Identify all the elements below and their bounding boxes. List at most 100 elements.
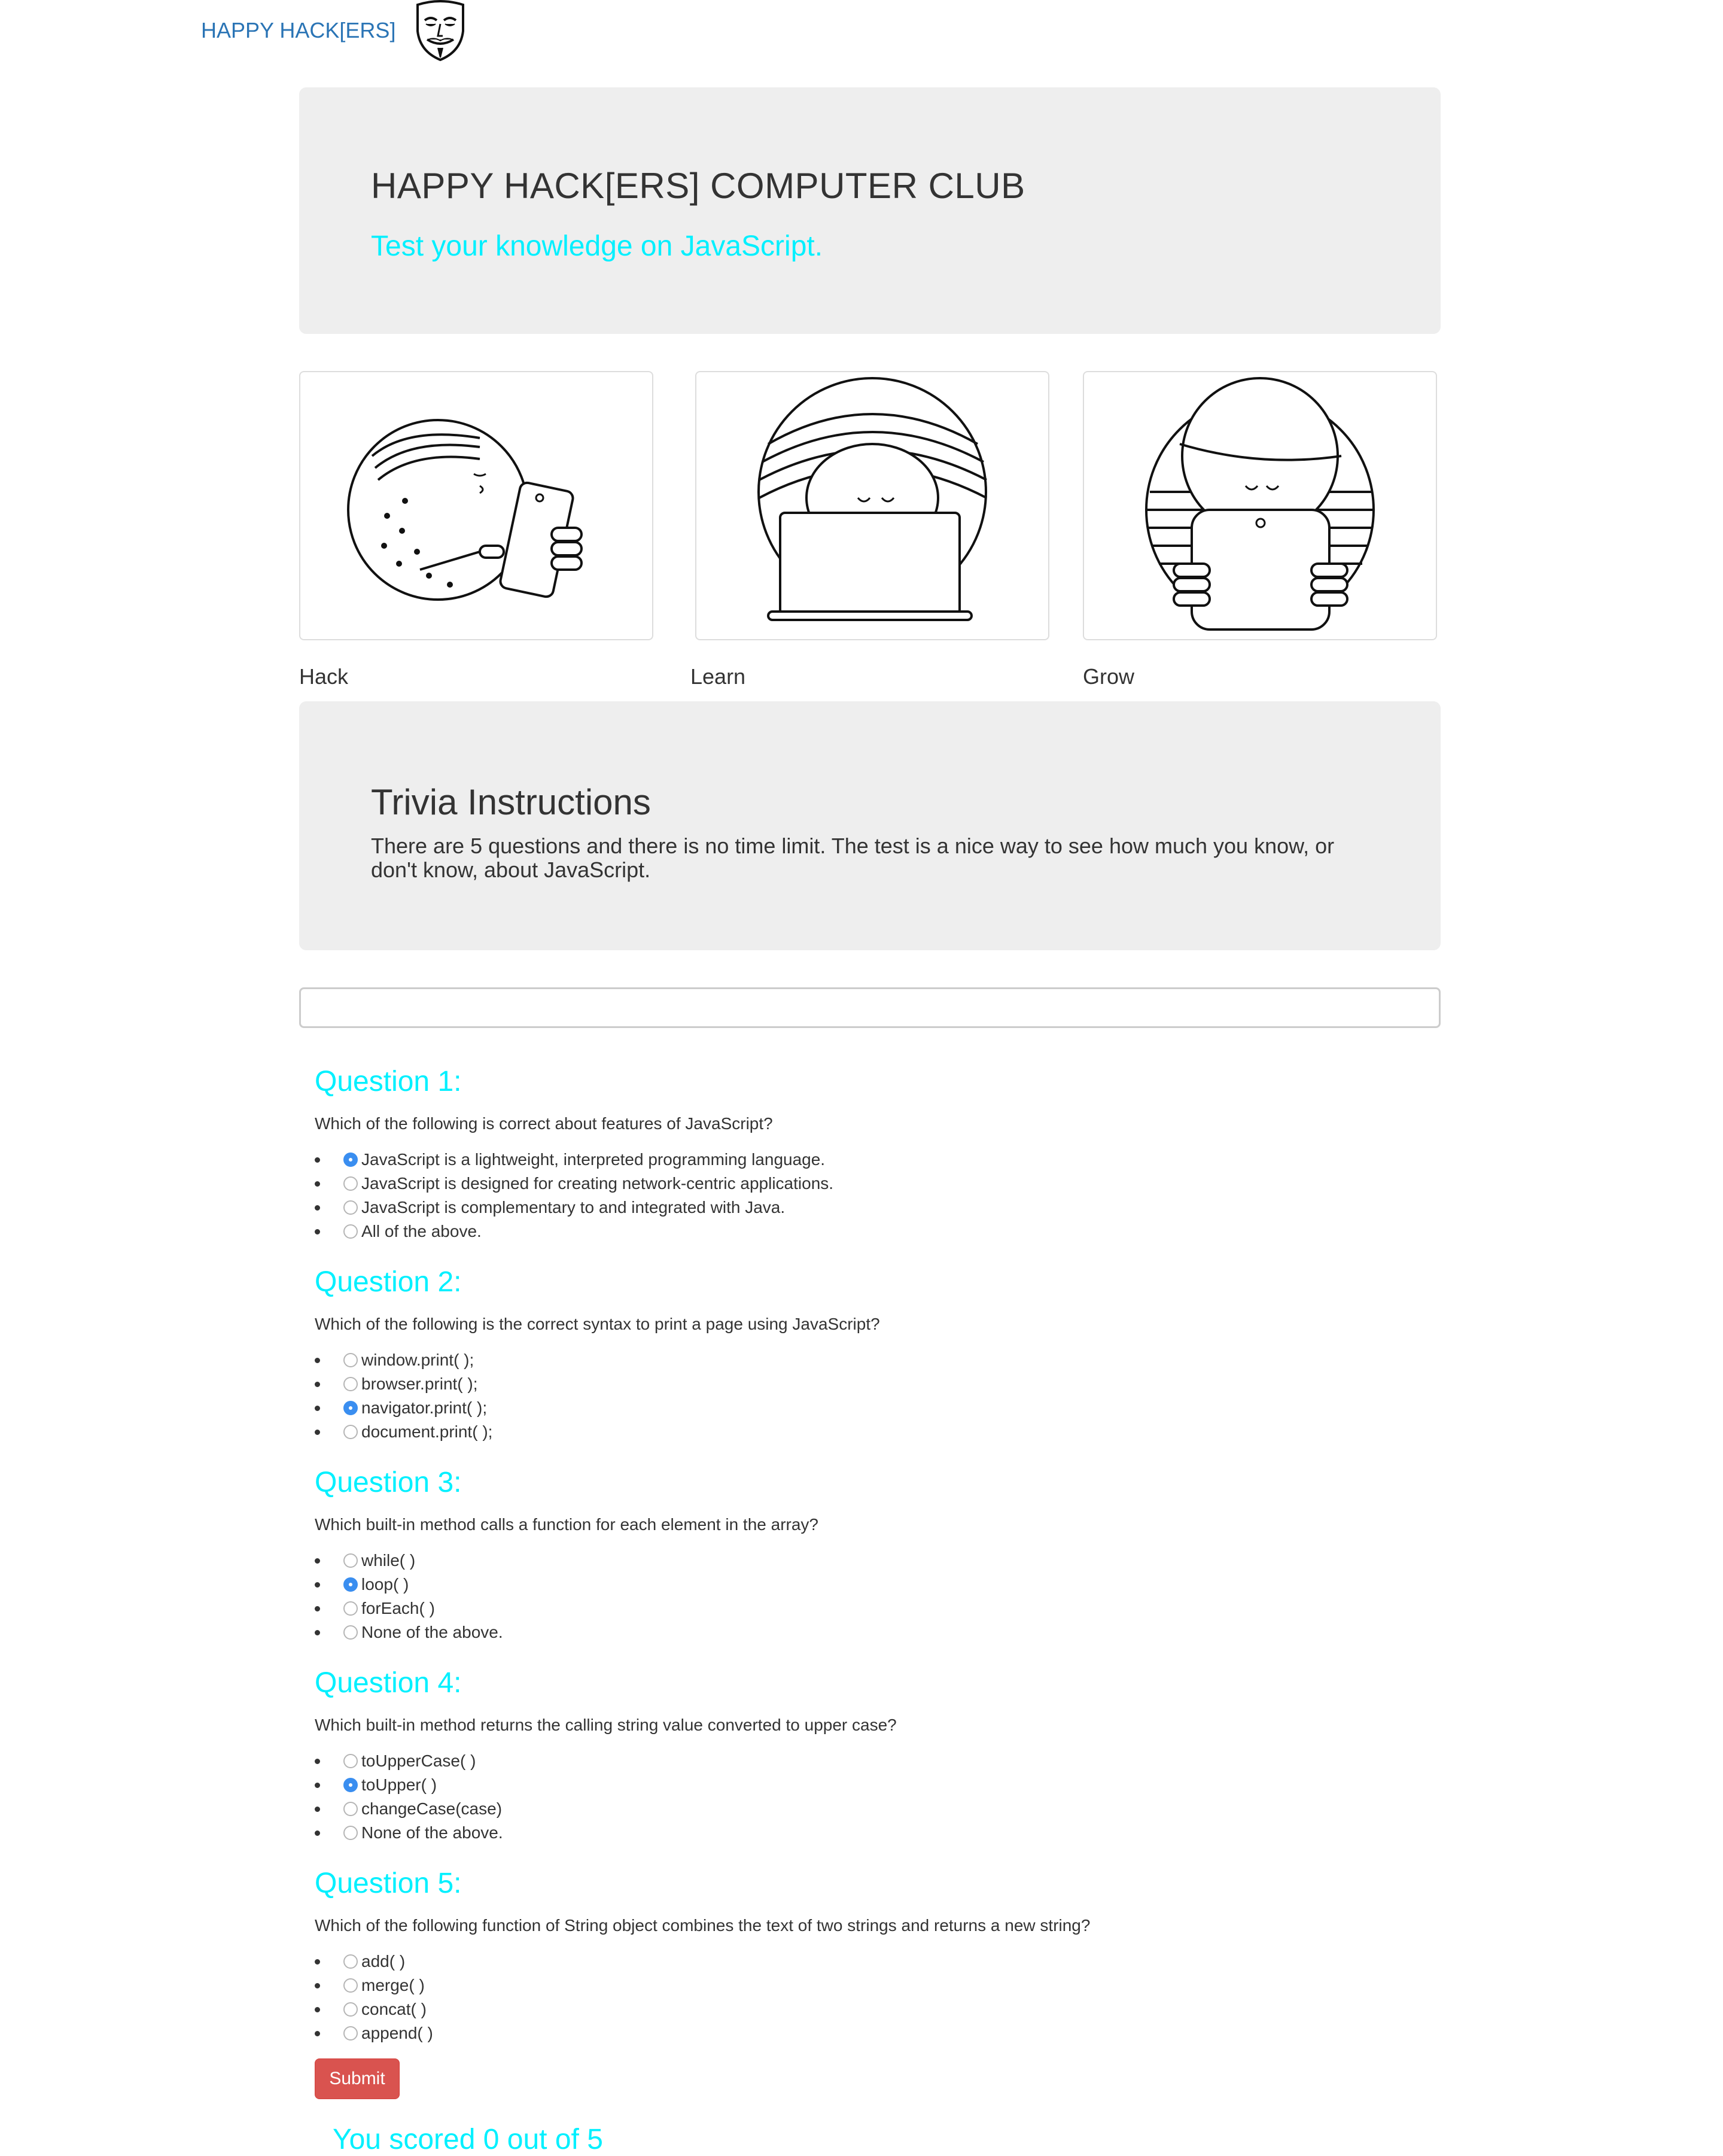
radio-button[interactable] <box>343 1176 358 1191</box>
question-title: Question 2: <box>315 1266 462 1298</box>
answer-option[interactable]: loop( ) <box>315 1573 503 1597</box>
radio-button[interactable] <box>343 2002 358 2017</box>
answer-list: toUpperCase( ) toUpper( ) changeCase(case)… <box>315 1749 503 1845</box>
bullet-icon <box>315 1783 320 1788</box>
radio-button-selected[interactable] <box>343 1401 358 1415</box>
question-title: Question 5: <box>315 1868 462 1899</box>
answer-option[interactable]: All of the above. <box>315 1220 833 1243</box>
answer-list: JavaScript is a lightweight, interpreted… <box>315 1148 834 1243</box>
answer-label: None of the above. <box>361 1823 503 1842</box>
answer-option[interactable]: None of the above. <box>315 1620 503 1644</box>
answer-label: None of the above. <box>361 1623 503 1641</box>
name-input[interactable] <box>299 987 1441 1028</box>
answer-option[interactable]: JavaScript is designed for creating netw… <box>315 1172 834 1196</box>
question-title: Question 3: <box>315 1467 462 1498</box>
radio-button[interactable] <box>343 1802 358 1816</box>
bullet-icon <box>315 1759 320 1764</box>
answer-option[interactable]: while( ) <box>315 1549 503 1573</box>
question-block: Question 2: Which of the following is the… <box>315 1266 1691 1466</box>
answer-label: toUpperCase( ) <box>361 1751 476 1770</box>
answer-label: document.print( ); <box>361 1422 493 1441</box>
bullet-icon <box>315 1630 320 1635</box>
question-block: Question 3: Which built-in method calls a… <box>315 1466 1691 1667</box>
question-block: Question 5: Which of the following functi… <box>315 1867 1691 2067</box>
learn-label: Learn <box>690 664 746 689</box>
hack-thumbnail <box>299 371 653 640</box>
bullet-icon <box>315 1229 320 1234</box>
radio-button[interactable] <box>343 1553 358 1568</box>
answer-list: window.print( ); browser.print( ); navigat… <box>315 1348 493 1444</box>
radio-button[interactable] <box>343 1353 358 1367</box>
answer-option[interactable]: document.print( ); <box>315 1420 493 1444</box>
answer-label: window.print( ); <box>361 1351 474 1369</box>
answer-label: changeCase(case) <box>361 1799 503 1818</box>
answer-option[interactable]: append( ) <box>315 2021 433 2045</box>
bullet-icon <box>315 1382 320 1387</box>
answer-option[interactable]: toUpper( ) <box>315 1773 503 1797</box>
radio-button[interactable] <box>343 1200 358 1215</box>
answer-list: while( ) loop( ) forEach( ) None of the abo… <box>315 1549 503 1644</box>
answer-option[interactable]: window.print( ); <box>315 1348 492 1372</box>
question-text: Which of the following is the correct sy… <box>315 1315 880 1333</box>
radio-button[interactable] <box>343 1224 358 1239</box>
quiz-form: Question 1: Which of the following is cor… <box>315 1065 1691 2067</box>
answer-option[interactable]: changeCase(case) <box>315 1797 503 1821</box>
answer-option[interactable]: merge( ) <box>315 1973 433 1997</box>
bullet-icon <box>315 1406 320 1411</box>
answer-option[interactable]: forEach( ) <box>315 1597 503 1620</box>
answer-option[interactable]: JavaScript is complementary to and integ… <box>315 1196 833 1220</box>
answer-option[interactable]: None of the above. <box>315 1821 503 1845</box>
radio-button[interactable] <box>343 1377 358 1391</box>
submit-button[interactable]: Submit <box>315 2058 400 2099</box>
hero-jumbotron: HAPPY HACK[ERS] COMPUTER CLUB Test your … <box>299 87 1441 334</box>
answer-label: All of the above. <box>361 1222 482 1240</box>
bullet-icon <box>315 1606 320 1611</box>
answer-list: add( ) merge( ) concat( ) append( ) <box>315 1950 433 2045</box>
question-text: Which built-in method returns the callin… <box>315 1716 897 1734</box>
answer-label: forEach( ) <box>361 1599 435 1617</box>
radio-button[interactable] <box>343 1754 358 1768</box>
instructions-text: There are 5 questions and there is no ti… <box>371 834 1335 882</box>
radio-button[interactable] <box>343 1954 358 1969</box>
grow-thumbnail <box>1083 371 1437 640</box>
answer-label: merge( ) <box>361 1976 425 1994</box>
navbar: HAPPY HACK[ERS] <box>0 0 1723 66</box>
bullet-icon <box>315 1157 320 1163</box>
bullet-icon <box>315 2007 320 2012</box>
bullet-icon <box>315 1181 320 1187</box>
instructions-jumbotron: Trivia Instructions There are 5 question… <box>299 701 1441 950</box>
answer-option[interactable]: concat( ) <box>315 1997 433 2021</box>
radio-button-selected[interactable] <box>343 1577 358 1592</box>
bullet-icon <box>315 1830 320 1836</box>
radio-button[interactable] <box>343 1601 358 1616</box>
answer-label: concat( ) <box>361 2000 427 2018</box>
radio-button[interactable] <box>343 1978 358 1993</box>
radio-button[interactable] <box>343 2026 358 2041</box>
answer-option[interactable]: add( ) <box>315 1950 433 1973</box>
answer-label: JavaScript is designed for creating netw… <box>361 1174 834 1193</box>
guy-fawkes-mask-icon <box>416 0 464 62</box>
question-title: Question 1: <box>315 1066 462 1097</box>
radio-button[interactable] <box>343 1625 358 1640</box>
answer-label: toUpper( ) <box>361 1775 437 1794</box>
person-with-tablet-illustration <box>1145 377 1375 631</box>
answer-option[interactable]: browser.print( ); <box>315 1372 492 1396</box>
answer-label: navigator.print( ); <box>361 1398 488 1417</box>
answer-label: JavaScript is a lightweight, interpreted… <box>361 1150 826 1169</box>
answer-option[interactable]: toUpperCase( ) <box>315 1749 503 1773</box>
answer-label: add( ) <box>361 1952 406 1970</box>
radio-button[interactable] <box>343 1425 358 1439</box>
instructions-title: Trivia Instructions <box>371 782 651 822</box>
brand-link[interactable]: HAPPY HACK[ERS] <box>201 18 395 43</box>
radio-button-selected[interactable] <box>343 1778 358 1792</box>
answer-label: JavaScript is complementary to and integ… <box>361 1198 786 1217</box>
radio-button-selected[interactable] <box>343 1152 358 1167</box>
person-with-laptop-illustration <box>757 377 987 621</box>
bullet-icon <box>315 2031 320 2036</box>
grow-label: Grow <box>1083 664 1135 689</box>
answer-option[interactable]: navigator.print( ); <box>315 1396 492 1420</box>
radio-button[interactable] <box>343 1826 358 1840</box>
answer-label: browser.print( ); <box>361 1375 478 1393</box>
answer-option[interactable]: JavaScript is a lightweight, interpreted… <box>315 1148 833 1172</box>
hack-label: Hack <box>299 664 349 689</box>
